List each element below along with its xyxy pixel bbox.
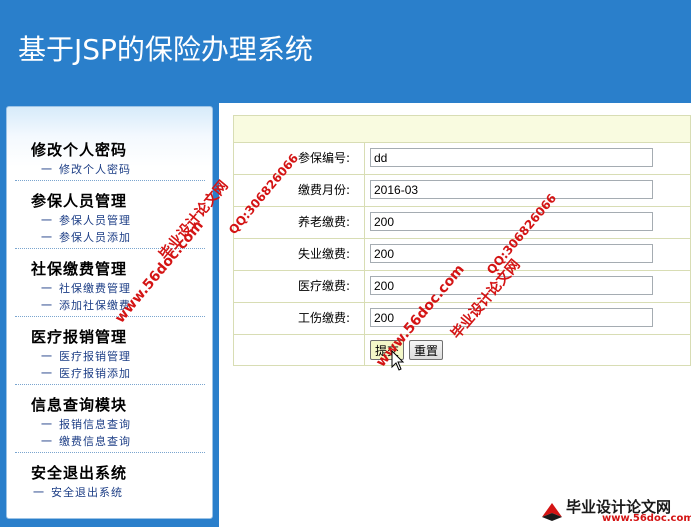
menu-group-payment: 社保缴费管理 一社保缴费管理 一添加社保缴费: [15, 258, 205, 317]
reset-button[interactable]: 重置: [409, 340, 444, 360]
menu-separator: [15, 316, 205, 317]
book-logo-icon: [542, 503, 562, 521]
form-row-pension: 养老缴费:: [234, 207, 690, 239]
menu-group-title: 社保缴费管理: [31, 260, 128, 278]
field-label: 工伤缴费:: [234, 303, 365, 334]
form-row-month: 缴费月份:: [234, 175, 690, 207]
form-row-insured-id: 参保编号:: [234, 143, 690, 175]
form-actions: 提交 重置: [234, 335, 690, 365]
injury-payment-input[interactable]: [370, 308, 653, 327]
menu-separator: [15, 452, 205, 453]
mouse-cursor-icon: [391, 350, 405, 371]
form-row-injury: 工伤缴费:: [234, 303, 690, 335]
pension-payment-input[interactable]: [370, 212, 653, 231]
menu-group-logout: 安全退出系统 一安全退出系统: [15, 462, 205, 501]
menu-group-query: 信息查询模块 一报销信息查询 一缴费信息查询: [15, 394, 205, 453]
menu-item-insured-add[interactable]: 一参保人员添加: [15, 229, 205, 246]
menu-item-payment-query[interactable]: 一缴费信息查询: [15, 433, 205, 450]
form-header-bar: [234, 116, 690, 143]
field-label: 缴费月份:: [234, 175, 365, 206]
sidebar-menu: 修改个人密码 一修改个人密码 参保人员管理 一参保人员管理 一参保人员添加 社保…: [6, 106, 213, 519]
medical-payment-input[interactable]: [370, 276, 653, 295]
menu-item-payment-manage[interactable]: 一社保缴费管理: [15, 280, 205, 297]
menu-group-insured: 参保人员管理 一参保人员管理 一参保人员添加: [15, 190, 205, 249]
menu-group-medical: 医疗报销管理 一医疗报销管理 一医疗报销添加: [15, 326, 205, 385]
menu-item-logout[interactable]: 一安全退出系统: [15, 484, 205, 501]
menu-separator: [15, 248, 205, 249]
menu-item-medical-manage[interactable]: 一医疗报销管理: [15, 348, 205, 365]
app-header: 基于JSP的保险办理系统: [0, 0, 691, 103]
form-row-unemployment: 失业缴费:: [234, 239, 690, 271]
menu-item-medical-add[interactable]: 一医疗报销添加: [15, 365, 205, 382]
main-content: 参保编号: 缴费月份: 养老缴费: 失业缴费: 医疗缴费: 工伤缴费: 提交: [219, 103, 691, 527]
footer-logo: 毕业设计论文网 www.56doc.com: [540, 496, 691, 526]
field-label: 医疗缴费:: [234, 271, 365, 302]
menu-separator: [15, 384, 205, 385]
menu-item-change-password[interactable]: 一修改个人密码: [15, 161, 205, 178]
insured-id-input[interactable]: [370, 148, 653, 167]
field-label: 失业缴费:: [234, 239, 365, 270]
menu-group-title: 医疗报销管理: [31, 328, 128, 346]
menu-item-reimburse-query[interactable]: 一报销信息查询: [15, 416, 205, 433]
actions-spacer: [234, 335, 365, 365]
app-title: 基于JSP的保险办理系统: [18, 33, 313, 66]
field-label: 养老缴费:: [234, 207, 365, 238]
menu-group-password: 修改个人密码 一修改个人密码: [15, 139, 205, 181]
payment-month-input[interactable]: [370, 180, 653, 199]
menu-item-payment-add[interactable]: 一添加社保缴费: [15, 297, 205, 314]
menu-group-title: 修改个人密码: [31, 141, 128, 159]
payment-form: 参保编号: 缴费月份: 养老缴费: 失业缴费: 医疗缴费: 工伤缴费: 提交: [233, 115, 691, 366]
menu-separator: [15, 180, 205, 181]
menu-group-title: 信息查询模块: [31, 396, 128, 414]
unemployment-payment-input[interactable]: [370, 244, 653, 263]
menu-group-title: 参保人员管理: [31, 192, 128, 210]
footer-url: www.56doc.com: [602, 513, 691, 524]
menu-item-insured-manage[interactable]: 一参保人员管理: [15, 212, 205, 229]
field-label: 参保编号:: [234, 143, 365, 174]
menu-group-title: 安全退出系统: [31, 464, 128, 482]
form-row-medical: 医疗缴费:: [234, 271, 690, 303]
